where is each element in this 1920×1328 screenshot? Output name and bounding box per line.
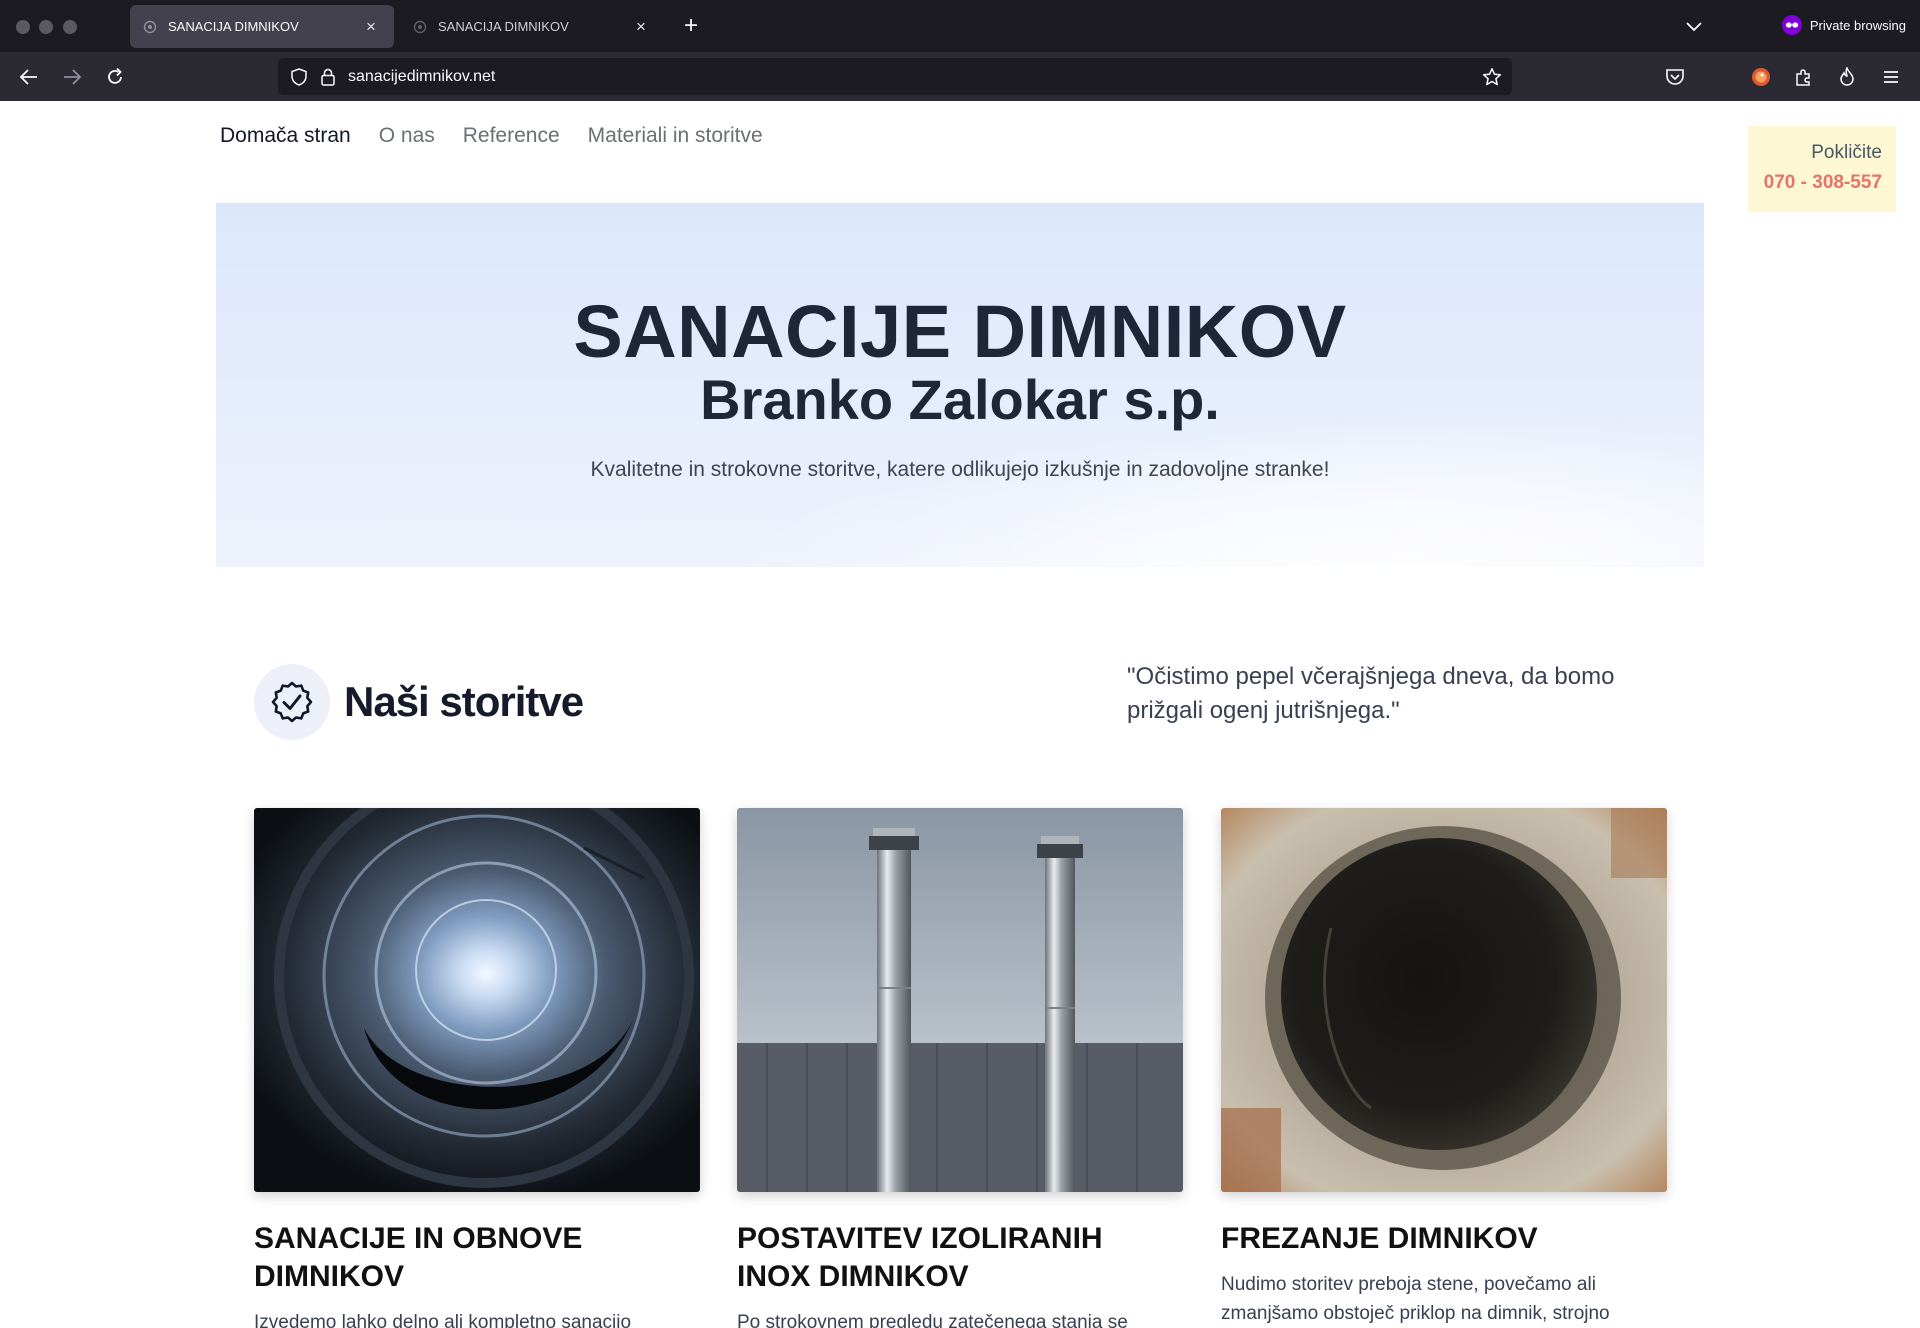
service-card-sanacije: SANACIJE IN OBNOVE DIMNIKOV Izvedemo lah… <box>254 808 700 1328</box>
hero-tagline: Kvalitetne in strokovne storitve, katere… <box>590 458 1330 481</box>
reload-icon[interactable] <box>100 62 130 92</box>
tab-inactive[interactable]: SANACIJA DIMNIKOV × <box>400 5 664 48</box>
services-quote: "Očistimo pepel včerajšnjega dneva, da b… <box>1127 663 1615 724</box>
url-bar[interactable]: sanacijedimnikov.net <box>278 58 1512 95</box>
site-favicon-icon <box>142 19 158 35</box>
hero-title: SANACIJE DIMNIKOV <box>573 290 1347 373</box>
back-arrow-icon[interactable] <box>14 62 44 92</box>
lock-icon[interactable] <box>318 66 338 88</box>
badge-check-icon <box>254 664 330 740</box>
hamburger-menu-icon[interactable] <box>1877 63 1905 91</box>
forward-arrow-icon[interactable] <box>57 62 87 92</box>
duckduckgo-extension-icon[interactable] <box>1747 63 1775 91</box>
tab-title: SANACIJA DIMNIKOV <box>168 19 299 34</box>
extensions-puzzle-icon[interactable] <box>1790 63 1818 91</box>
browser-nav-bar: sanacijedimnikov.net <box>0 52 1920 101</box>
hero-subtitle: Branko Zalokar s.p. <box>700 368 1220 431</box>
tracking-protection-shield-icon[interactable] <box>288 66 310 88</box>
tab-close-icon[interactable]: × <box>360 16 382 38</box>
private-browsing-indicator: Private browsing <box>1781 15 1906 35</box>
window-zoom-dot[interactable] <box>63 20 77 34</box>
service-card-frezanje: FREZANJE DIMNIKOV Nudimo storitev preboj… <box>1221 808 1667 1328</box>
site-favicon-icon <box>412 19 428 35</box>
service-card-text: Izvedemo lahko delno ali kompletno sanac… <box>254 1312 632 1328</box>
milled-chimney-hole-photo <box>1221 808 1667 1192</box>
private-mask-icon <box>1781 15 1802 35</box>
service-card-title: POSTAVITEV IZOLIRANIH INOX DIMNIKOV <box>737 1222 1103 1293</box>
service-card-title: FREZANJE DIMNIKOV <box>1221 1222 1538 1255</box>
firefox-flame-icon[interactable] <box>1833 63 1861 91</box>
chimney-interior-photo <box>254 808 700 1192</box>
nav-item-domaca-stran[interactable]: Domača stran <box>220 124 351 148</box>
site-navigation: Domača stran O nas Reference Materiali i… <box>220 124 763 148</box>
tab-title: SANACIJA DIMNIKOV <box>438 19 569 34</box>
browser-tab-bar: SANACIJA DIMNIKOV × SANACIJA DIMNIKOV × … <box>0 0 1920 52</box>
services-title: Naši storitve <box>344 678 584 725</box>
hero-banner: SANACIJE DIMNIKOV Branko Zalokar s.p. Kv… <box>216 203 1704 567</box>
nav-item-reference[interactable]: Reference <box>463 124 560 148</box>
call-label: Pokličite <box>1811 142 1882 163</box>
new-tab-button[interactable]: + <box>677 13 705 41</box>
tab-list-chevron-icon[interactable] <box>1680 14 1708 40</box>
service-card-inox: POSTAVITEV IZOLIRANIH INOX DIMNIKOV Po s… <box>737 808 1183 1328</box>
tab-active[interactable]: SANACIJA DIMNIKOV × <box>130 5 394 48</box>
service-card-text: Nudimo storitev preboja stene, povečamo … <box>1221 1274 1610 1324</box>
nav-item-materiali-in-storitve[interactable]: Materiali in storitve <box>588 124 763 148</box>
url-text[interactable]: sanacijedimnikov.net <box>348 68 495 86</box>
call-box: Pokličite 070 - 308-557 <box>1748 126 1896 212</box>
service-card-text: Po strokovnem pregledu zatečenega stanja… <box>737 1312 1128 1328</box>
service-card-title: SANACIJE IN OBNOVE DIMNIKOV <box>254 1222 583 1293</box>
phone-number-link[interactable]: 070 - 308-557 <box>1748 172 1882 194</box>
pocket-icon[interactable] <box>1661 63 1689 91</box>
tab-close-icon[interactable]: × <box>630 16 652 38</box>
window-close-dot[interactable] <box>16 20 30 34</box>
inox-chimneys-photo <box>737 808 1183 1192</box>
nav-item-o-nas[interactable]: O nas <box>379 124 435 148</box>
bookmark-star-icon[interactable] <box>1480 65 1504 89</box>
services-header: Naši storitve <box>254 664 584 740</box>
window-minimize-dot[interactable] <box>39 20 53 34</box>
private-browsing-label: Private browsing <box>1809 17 1906 33</box>
